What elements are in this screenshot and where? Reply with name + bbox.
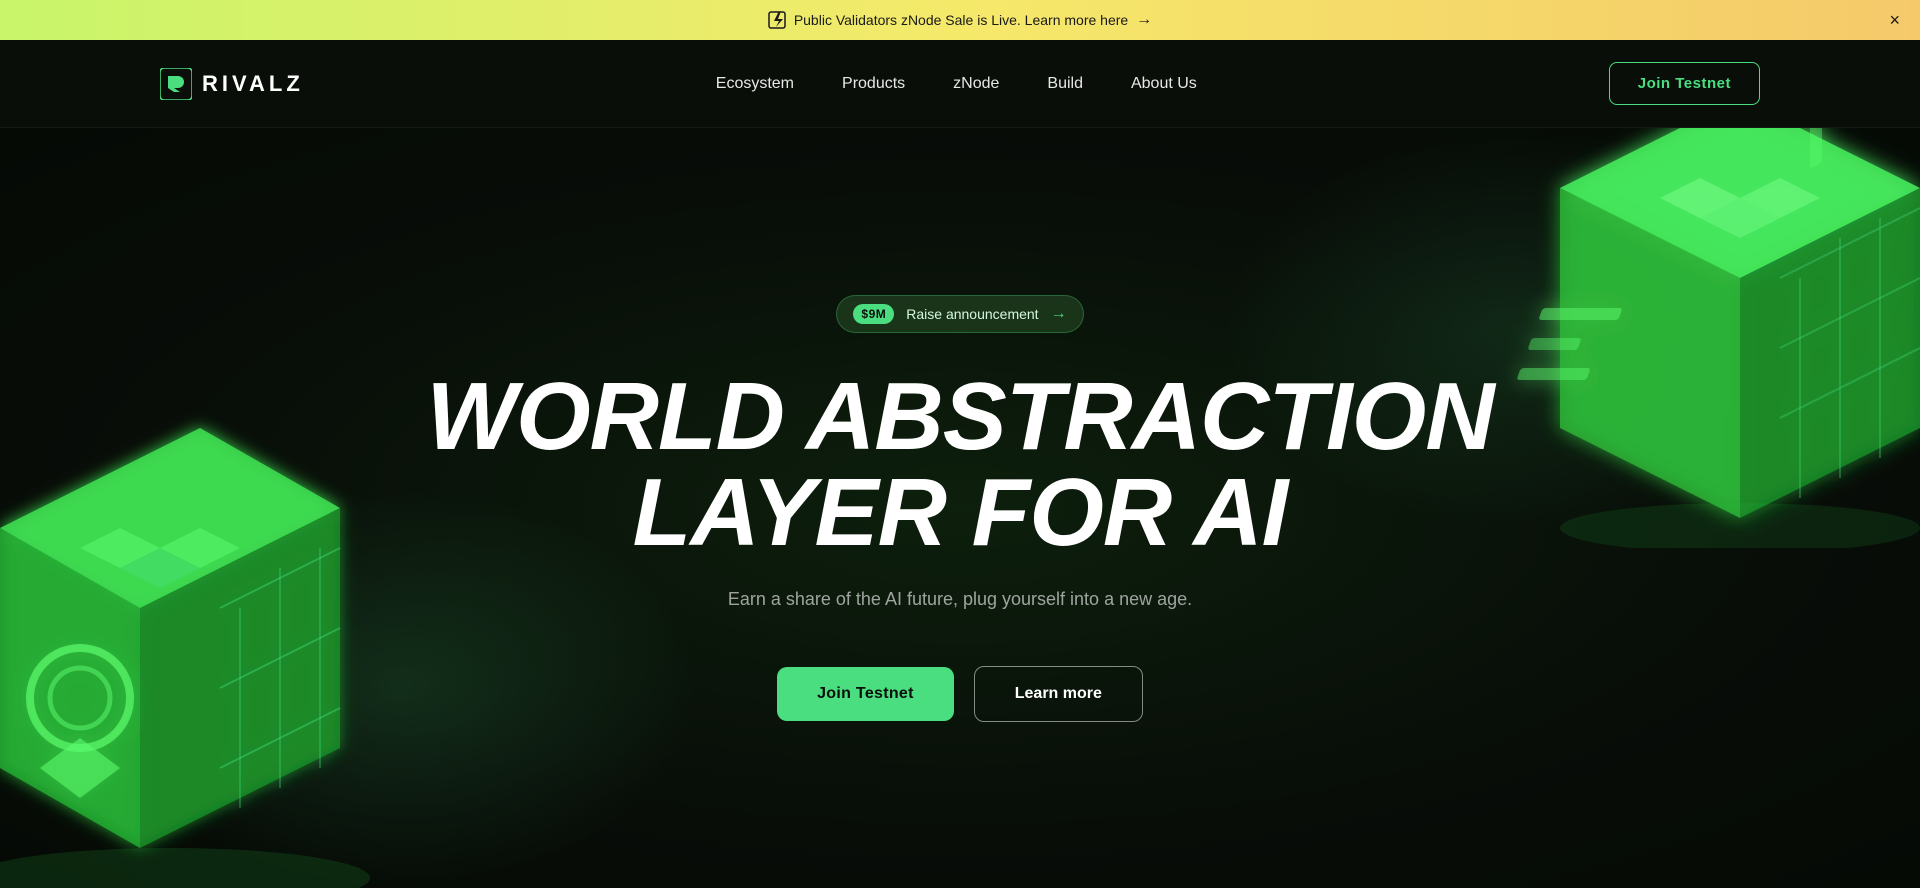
badge-arrow-icon: → xyxy=(1051,305,1067,323)
lightning-icon xyxy=(768,11,786,29)
nav-item-products[interactable]: Products xyxy=(842,75,905,93)
logo-text: RIVALZ xyxy=(202,71,304,97)
hero-content: $9M Raise announcement → WORLD ABSTRACTI… xyxy=(426,295,1493,722)
badge-text: Raise announcement xyxy=(906,306,1038,322)
learn-more-hero-button[interactable]: Learn more xyxy=(974,666,1143,722)
join-testnet-nav-button[interactable]: Join Testnet xyxy=(1609,62,1760,105)
announcement-close-button[interactable]: × xyxy=(1889,11,1900,29)
badge-amount: $9M xyxy=(853,304,894,324)
announcement-arrow: → xyxy=(1136,11,1152,29)
navbar: RIVALZ Ecosystem Products zNode Build Ab… xyxy=(0,40,1920,128)
hero-section: $9M Raise announcement → WORLD ABSTRACTI… xyxy=(0,128,1920,888)
nav-item-about[interactable]: About Us xyxy=(1131,75,1197,93)
announcement-bar: Public Validators zNode Sale is Live. Le… xyxy=(0,0,1920,40)
logo-icon xyxy=(160,68,192,100)
hero-title-line2: LAYER FOR AI xyxy=(633,459,1288,566)
join-testnet-hero-button[interactable]: Join Testnet xyxy=(777,667,954,721)
hero-subtitle: Earn a share of the AI future, plug your… xyxy=(728,589,1192,610)
hero-cube-right xyxy=(1500,128,1920,548)
nav-item-ecosystem[interactable]: Ecosystem xyxy=(716,75,794,93)
hero-buttons: Join Testnet Learn more xyxy=(777,666,1143,722)
logo-link[interactable]: RIVALZ xyxy=(160,68,304,100)
announcement-text: Public Validators zNode Sale is Live. Le… xyxy=(768,11,1152,29)
nav-item-znode[interactable]: zNode xyxy=(953,75,999,93)
nav-item-build[interactable]: Build xyxy=(1047,75,1083,93)
hero-title: WORLD ABSTRACTION LAYER FOR AI xyxy=(426,369,1493,561)
hero-title-line1: WORLD ABSTRACTION xyxy=(426,363,1493,470)
hero-cube-left xyxy=(0,368,440,888)
raise-badge[interactable]: $9M Raise announcement → xyxy=(836,295,1083,333)
nav-links: Ecosystem Products zNode Build About Us xyxy=(716,75,1197,93)
